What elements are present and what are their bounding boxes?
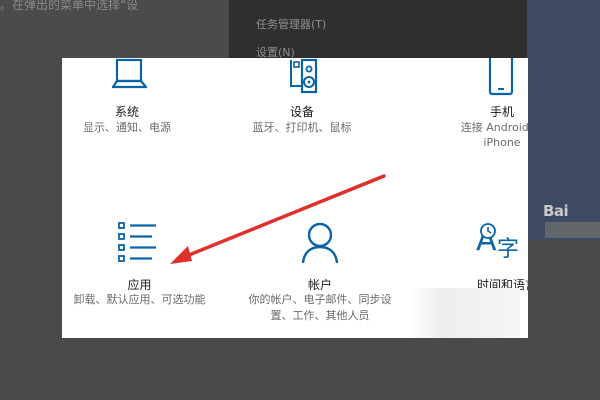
annotation-arrow xyxy=(170,174,386,264)
menu-item-task-manager[interactable]: 任务管理器(T) xyxy=(256,16,326,32)
watermark-badge xyxy=(545,222,600,238)
watermark: Bai xyxy=(543,202,569,220)
settings-panel: 系统 显示、通知、电源 设备 蓝牙、打印机、鼠标 手机 连接 Android i… xyxy=(62,58,528,338)
background-bottom xyxy=(0,338,600,400)
context-menu: 任务管理器(T) 设置(N) xyxy=(229,0,527,59)
instruction-text: 。在弹出的菜单中选择“设 xyxy=(0,0,139,12)
